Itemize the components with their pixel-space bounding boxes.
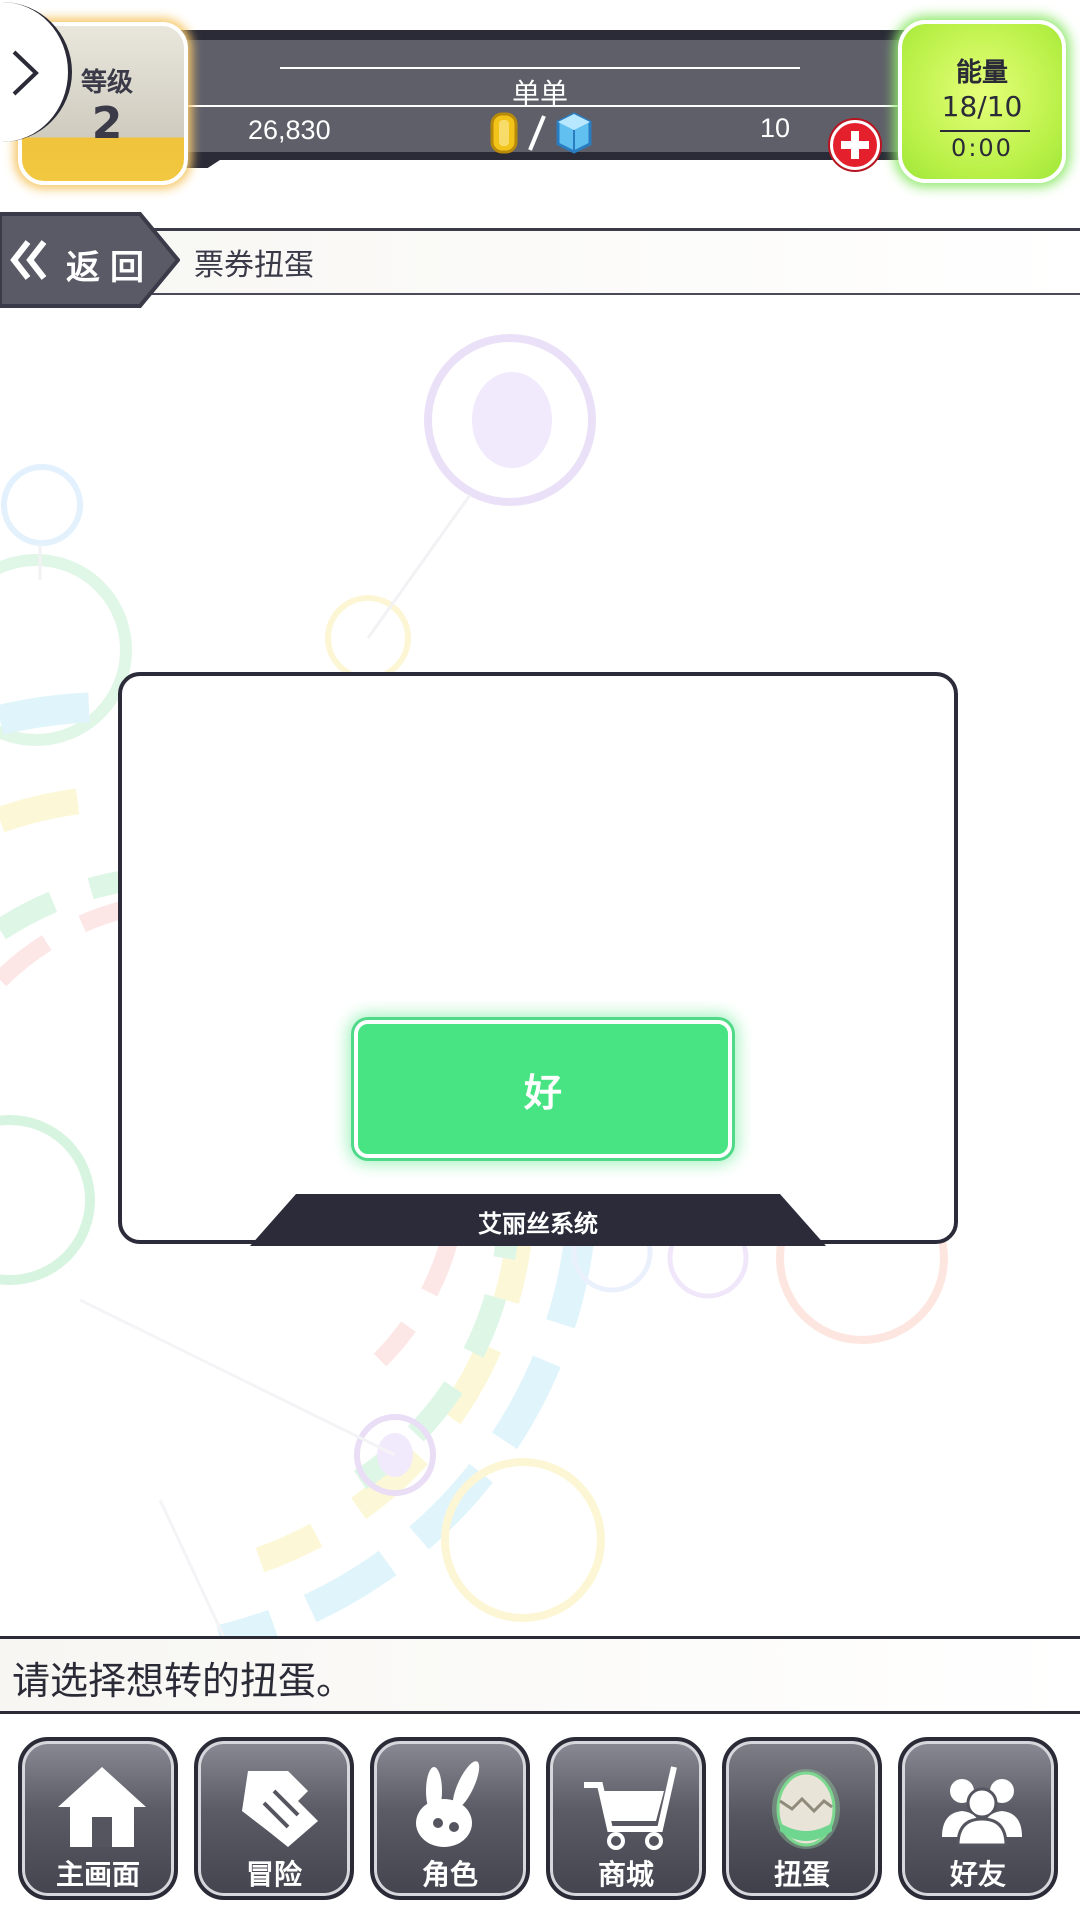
handshake-icon (242, 1771, 318, 1847)
tab-adventure[interactable]: 冒险 (194, 1737, 354, 1900)
tab-label: 主画面 (55, 1858, 140, 1891)
gem-icon (556, 112, 592, 154)
tab-shop[interactable]: 商城 (546, 1737, 706, 1900)
chevron-right-icon (12, 50, 39, 96)
back-label: 返回 (66, 248, 154, 288)
energy-value: 18/10 (941, 90, 1023, 123)
tab-label: 好友 (949, 1858, 1006, 1891)
bottom-tab-bar: 主画面 冒险 角色 商城 扭蛋 好友 (0, 1720, 1080, 1920)
dialog-footer-label: 艾丽丝系统 (478, 1210, 598, 1238)
tab-label: 扭蛋 (773, 1858, 830, 1891)
home-icon (58, 1767, 146, 1847)
tab-label: 商城 (597, 1858, 654, 1891)
coin-count: 26,830 (248, 115, 331, 145)
gem-count: 10 (760, 113, 791, 143)
rabbit-icon (416, 1761, 480, 1847)
friends-icon (942, 1779, 1022, 1847)
plus-icon (841, 131, 869, 159)
header: 单单 26,830 10 等级 2 能量 18/10 0:00 (0, 0, 1080, 190)
ok-button[interactable]: 好 (354, 1020, 732, 1158)
energy-badge: 能量 18/10 0:00 (898, 20, 1066, 183)
energy-divider (940, 130, 1030, 132)
message-text: 请选择想转的扭蛋。 (12, 1659, 355, 1703)
tab-gacha[interactable]: 扭蛋 (722, 1737, 882, 1900)
player-name: 单单 (511, 78, 568, 109)
currency-icons (490, 112, 592, 154)
energy-label: 能量 (955, 58, 1008, 88)
shopping-cart-icon (584, 1766, 677, 1850)
egg-icon (772, 1769, 840, 1849)
tab-label: 角色 (421, 1858, 478, 1891)
tab-character[interactable]: 角色 (370, 1737, 530, 1900)
tab-friends[interactable]: 好友 (898, 1737, 1058, 1900)
dialog-box (118, 672, 958, 1244)
tab-label: 冒险 (245, 1858, 302, 1891)
tab-home[interactable]: 主画面 (18, 1737, 178, 1900)
energy-timer: 0:00 (951, 134, 1013, 162)
page-title: 票券扭蛋 (194, 248, 314, 283)
gold-coin-icon (490, 112, 518, 154)
add-gems-button[interactable] (830, 120, 880, 170)
